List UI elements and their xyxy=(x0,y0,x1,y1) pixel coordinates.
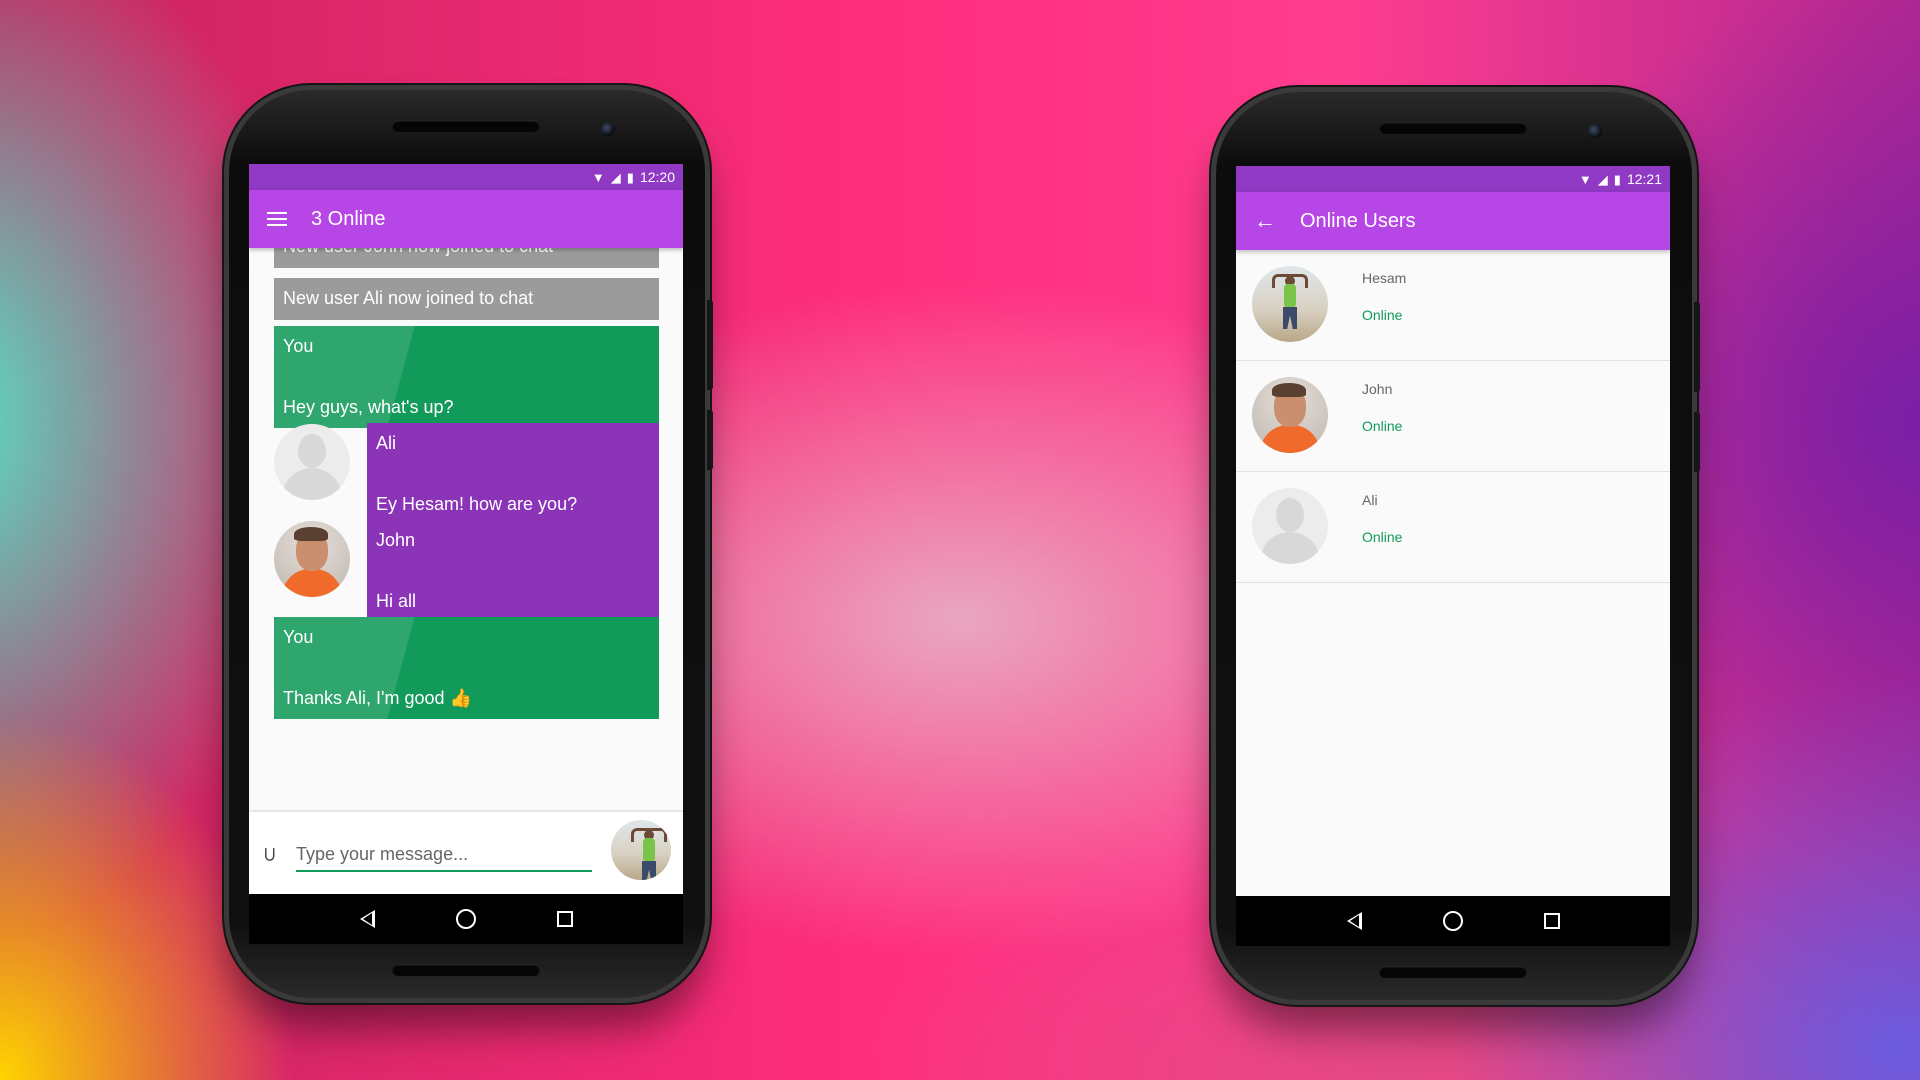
page-title: 3 Online xyxy=(311,207,386,230)
message-list[interactable]: New user John now joined to chat New use… xyxy=(249,248,683,810)
nav-recent-apps-icon[interactable] xyxy=(1543,913,1560,929)
system-message-text: New user John now joined to chat xyxy=(283,248,553,256)
message-text: Hey guys, what's up? xyxy=(283,397,454,417)
user-status: Online xyxy=(1362,418,1403,434)
user-name: John xyxy=(1362,381,1393,397)
message-sender: Ali xyxy=(376,433,397,453)
earpiece-speaker xyxy=(392,120,540,132)
avatar-john xyxy=(274,521,350,597)
message-bubble-other[interactable]: Ali Ey Hesam! how are you? xyxy=(367,423,659,525)
message-text: Hi all xyxy=(376,591,417,611)
avatar-ali xyxy=(1252,488,1328,564)
user-name: Ali xyxy=(1362,492,1378,508)
system-message-text: New user Ali now joined to chat xyxy=(283,288,534,308)
navigation-bar xyxy=(249,894,683,944)
navigation-bar xyxy=(1236,896,1670,946)
wifi-icon: ▼ xyxy=(591,169,605,185)
nav-recent-apps-icon[interactable] xyxy=(556,911,573,927)
wifi-icon: ▼ xyxy=(1578,171,1592,187)
message-sender: John xyxy=(376,530,416,550)
message-input[interactable] xyxy=(296,838,592,872)
power-button xyxy=(707,300,713,390)
status-time: 12:20 xyxy=(639,169,675,185)
front-camera xyxy=(1588,124,1602,138)
earpiece-speaker xyxy=(1379,122,1527,134)
bottom-speaker xyxy=(1379,966,1527,978)
message-sender: You xyxy=(283,336,314,356)
message-bubble-you[interactable]: You Thanks Ali, I'm good 👍 xyxy=(274,617,659,719)
chat-screen: ▼ ◢ ▮ 12:20 3 Online New user John now j… xyxy=(249,164,683,944)
nav-back-icon[interactable] xyxy=(1346,912,1362,930)
phone-chat: ▼ ◢ ▮ 12:20 3 Online New user John now j… xyxy=(229,90,713,998)
send-avatar-button[interactable] xyxy=(611,820,671,880)
menu-icon[interactable] xyxy=(267,212,287,226)
online-users-screen: ▼ ◢ ▮ 12:21 ← Online Users Hesam Online … xyxy=(1236,166,1670,946)
message-text: Ey Hesam! how are you? xyxy=(376,494,578,514)
message-bubble-you[interactable]: You Hey guys, what's up? xyxy=(274,326,659,428)
volume-button xyxy=(707,410,713,470)
nav-back-icon[interactable] xyxy=(359,910,375,928)
user-name: Hesam xyxy=(1362,270,1407,286)
volume-button xyxy=(1694,412,1700,472)
page-title: Online Users xyxy=(1300,209,1416,232)
signal-icon: ◢ xyxy=(610,169,621,185)
message-composer: ⊂ xyxy=(249,810,683,894)
user-list-item[interactable]: Ali Online xyxy=(1236,472,1670,583)
avatar-john xyxy=(1252,377,1328,453)
status-bar: ▼ ◢ ▮ 12:20 xyxy=(249,164,683,190)
power-button xyxy=(1694,302,1700,392)
user-list-item[interactable]: John Online xyxy=(1236,361,1670,472)
attachment-icon[interactable]: ⊂ xyxy=(257,846,282,863)
nav-home-icon[interactable] xyxy=(1442,911,1463,931)
front-camera xyxy=(601,122,615,136)
system-message: New user John now joined to chat xyxy=(274,248,659,268)
user-list-item[interactable]: Hesam Online xyxy=(1236,250,1670,361)
signal-icon: ◢ xyxy=(1597,171,1608,187)
avatar-ali xyxy=(274,424,350,500)
app-bar: ← Online Users xyxy=(1236,192,1670,250)
bottom-speaker xyxy=(392,964,540,976)
system-message: New user Ali now joined to chat xyxy=(274,278,659,320)
message-sender: You xyxy=(283,627,314,647)
battery-icon: ▮ xyxy=(626,169,634,185)
message-bubble-other[interactable]: John Hi all xyxy=(367,520,659,622)
app-bar: 3 Online xyxy=(249,190,683,248)
phone-online-users: ▼ ◢ ▮ 12:21 ← Online Users Hesam Online … xyxy=(1216,92,1700,1000)
status-bar: ▼ ◢ ▮ 12:21 xyxy=(1236,166,1670,192)
back-arrow-icon[interactable]: ← xyxy=(1254,210,1276,232)
status-time: 12:21 xyxy=(1626,171,1662,187)
battery-icon: ▮ xyxy=(1613,171,1621,187)
user-status: Online xyxy=(1362,307,1403,323)
user-status: Online xyxy=(1362,529,1403,545)
avatar-hesam xyxy=(1252,266,1328,342)
message-text: Thanks Ali, I'm good 👍 xyxy=(283,688,472,708)
nav-home-icon[interactable] xyxy=(455,909,476,929)
